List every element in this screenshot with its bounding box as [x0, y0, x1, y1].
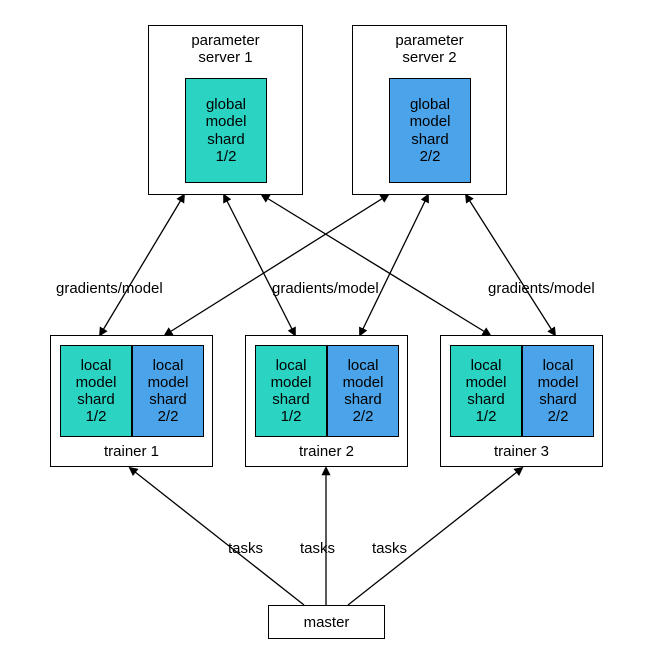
- trainer-3: local model shard 1/2 local model shard …: [440, 335, 603, 467]
- master: master: [268, 605, 385, 639]
- trainer-1-shard-2: local model shard 2/2: [132, 345, 204, 437]
- trainer-3-shard-1: local model shard 1/2: [450, 345, 522, 437]
- trainer-2-title: trainer 2: [246, 443, 407, 460]
- edge-label-grad-2: gradients/model: [272, 280, 379, 297]
- edge-label-tasks-3: tasks: [372, 540, 407, 557]
- trainer-2-shard-2: local model shard 2/2: [327, 345, 399, 437]
- edge-label-tasks-2: tasks: [300, 540, 335, 557]
- trainer-2-shard-1: local model shard 1/2: [255, 345, 327, 437]
- ps2-global-shard: global model shard 2/2: [389, 78, 471, 183]
- master-label: master: [304, 614, 350, 631]
- parameter-server-1: parameter server 1 global model shard 1/…: [148, 25, 303, 195]
- edge-label-tasks-1: tasks: [228, 540, 263, 557]
- ps2-title: parameter server 2: [353, 32, 506, 67]
- trainer-2: local model shard 1/2 local model shard …: [245, 335, 408, 467]
- trainer-1-title: trainer 1: [51, 443, 212, 460]
- trainer-3-shard-2: local model shard 2/2: [522, 345, 594, 437]
- trainer-3-title: trainer 3: [441, 443, 602, 460]
- edge-label-grad-3: gradients/model: [488, 280, 595, 297]
- trainer-1-shard-1: local model shard 1/2: [60, 345, 132, 437]
- ps1-title: parameter server 1: [149, 32, 302, 67]
- ps1-global-shard: global model shard 1/2: [185, 78, 267, 183]
- edge-label-grad-1: gradients/model: [56, 280, 163, 297]
- parameter-server-2: parameter server 2 global model shard 2/…: [352, 25, 507, 195]
- trainer-1: local model shard 1/2 local model shard …: [50, 335, 213, 467]
